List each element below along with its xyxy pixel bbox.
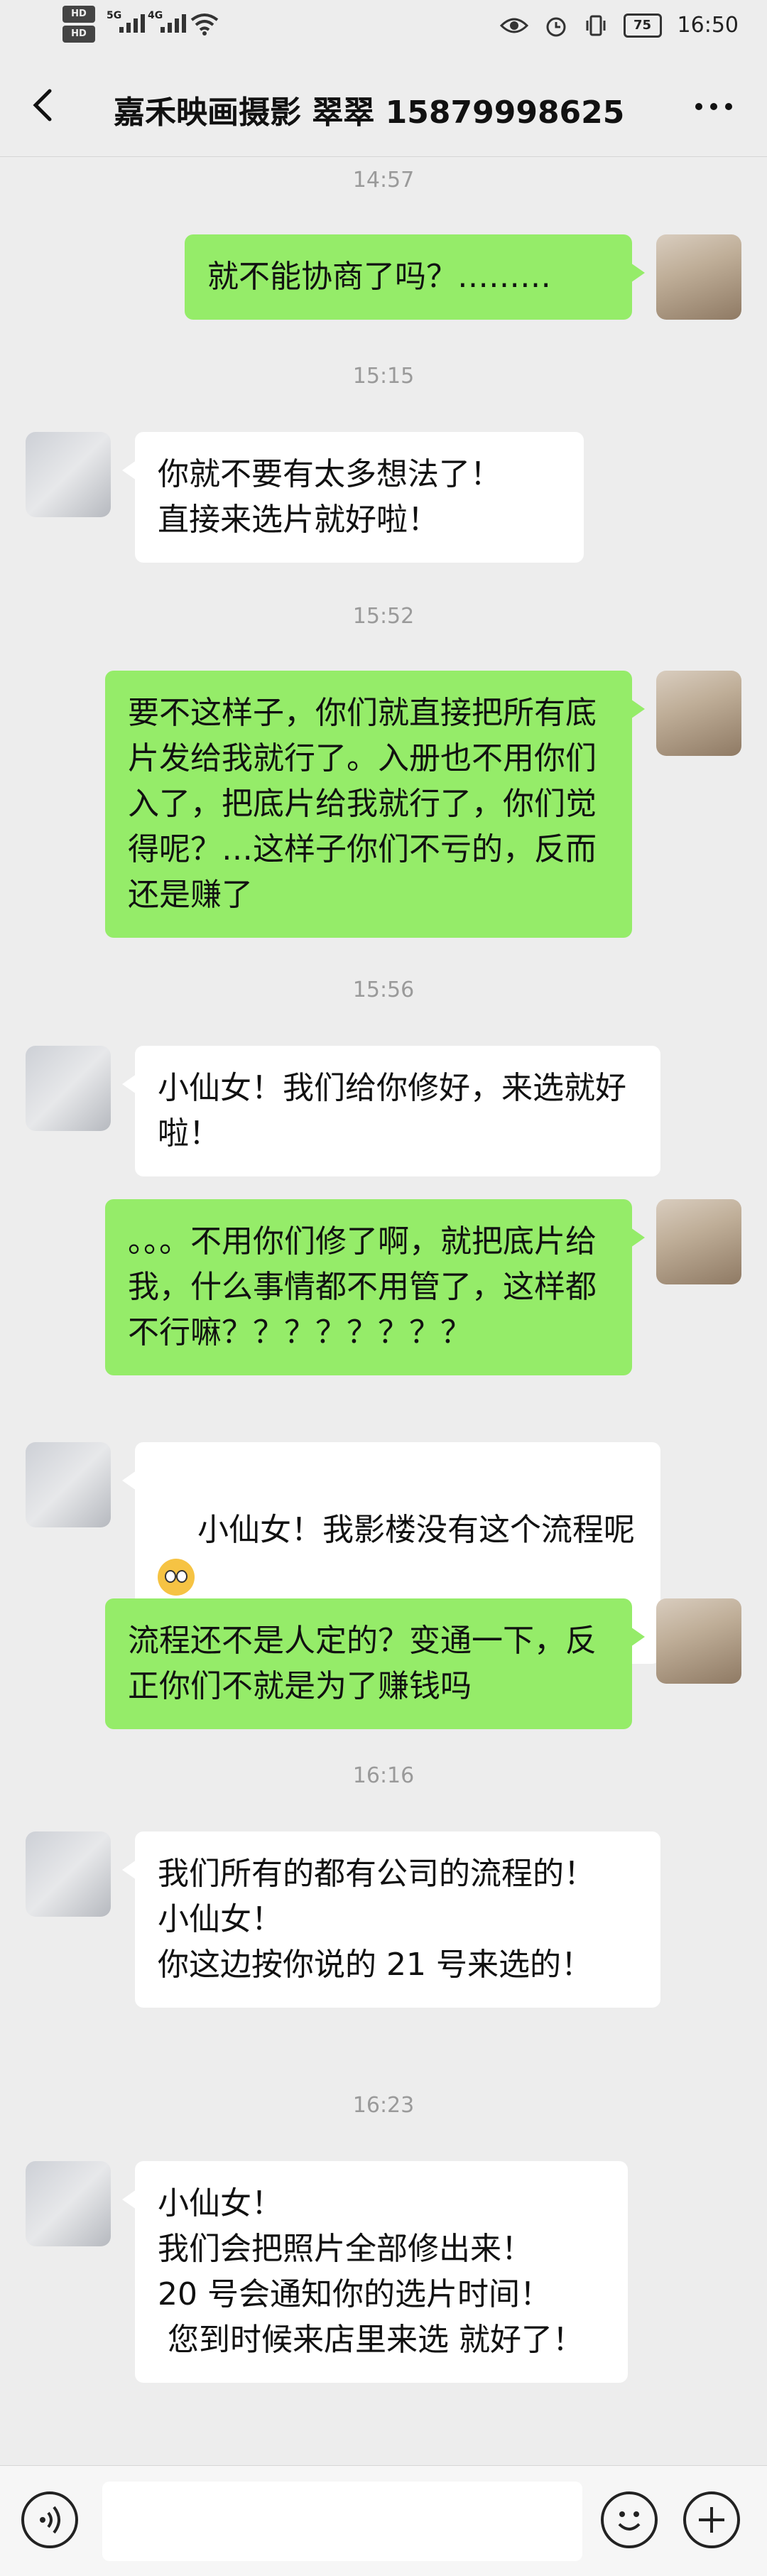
more-icon[interactable] (689, 85, 739, 128)
message-bubble-received[interactable]: 你就不要有太多想法了！ 直接来选片就好啦！ (122, 432, 584, 563)
chat-title: 嘉禾映画摄影 翠翠 15879998625 (114, 94, 625, 131)
chat-header: 嘉禾映画摄影 翠翠 15879998625 (0, 57, 767, 157)
contact-avatar[interactable] (26, 1442, 111, 1527)
my-avatar[interactable] (656, 1199, 741, 1284)
message-bubble-received[interactable]: 小仙女！我们给你修好，来选就好啦！ (122, 1046, 660, 1176)
message-bubble-sent[interactable]: 。。。不用你们修了啊，就把底片给我，什么事情都不用管了，这样都不行嘛？？？？？？… (105, 1199, 645, 1375)
voice-icon[interactable] (21, 2491, 78, 2548)
timestamp: 16:16 (352, 1763, 415, 1788)
signal-icon (161, 14, 186, 33)
hd-icon: HD (62, 6, 95, 23)
status-bar: HD HD 5G 4G 75 16:50 (0, 0, 767, 57)
timestamp: 15:56 (352, 978, 415, 1002)
hd-icon: HD (62, 26, 95, 43)
plus-icon[interactable] (683, 2491, 740, 2548)
timestamp: 16:23 (352, 2093, 415, 2118)
timestamp: 14:57 (352, 168, 415, 193)
message-text: 小仙女！我影楼没有这个流程呢 (197, 1512, 635, 1548)
worried-emoji-icon (158, 1559, 195, 1596)
back-icon[interactable] (23, 84, 65, 126)
my-avatar[interactable] (656, 671, 741, 756)
my-avatar[interactable] (656, 234, 741, 320)
battery-icon: 75 (623, 13, 662, 38)
wifi-icon (190, 13, 219, 36)
contact-avatar[interactable] (26, 432, 111, 517)
vibrate-icon (586, 15, 606, 36)
timestamp: 15:52 (352, 604, 415, 629)
input-bar (0, 2465, 767, 2576)
message-input[interactable] (102, 2482, 582, 2561)
message-bubble-sent[interactable]: 流程还不是人定的？变通一下，反正你们不就是为了赚钱吗 (105, 1598, 645, 1729)
emoji-icon[interactable] (601, 2491, 658, 2548)
status-time: 16:50 (677, 13, 739, 38)
contact-avatar[interactable] (26, 1046, 111, 1131)
message-bubble-sent[interactable]: 要不这样子，你们就直接把所有底片发给我就行了。入册也不用你们入了，把底片给我就行… (105, 671, 645, 938)
signal-icon (119, 14, 145, 33)
message-bubble-received[interactable]: 小仙女！ 我们会把照片全部修出来！ 20 号会通知你的选片时间！ 您到时候来店里… (122, 2161, 628, 2383)
message-bubble-sent[interactable]: 就不能协商了吗？……… (185, 234, 645, 320)
eye-icon (499, 18, 528, 33)
hd-indicators: HD HD (62, 6, 99, 48)
message-bubble-received[interactable]: 我们所有的都有公司的流程的！ 小仙女！ 你这边按你说的 21 号来选的！ (122, 1831, 660, 2008)
alarm-icon (546, 17, 566, 36)
contact-avatar[interactable] (26, 1831, 111, 1917)
timestamp: 15:15 (352, 364, 415, 389)
my-avatar[interactable] (656, 1598, 741, 1684)
contact-avatar[interactable] (26, 2161, 111, 2246)
